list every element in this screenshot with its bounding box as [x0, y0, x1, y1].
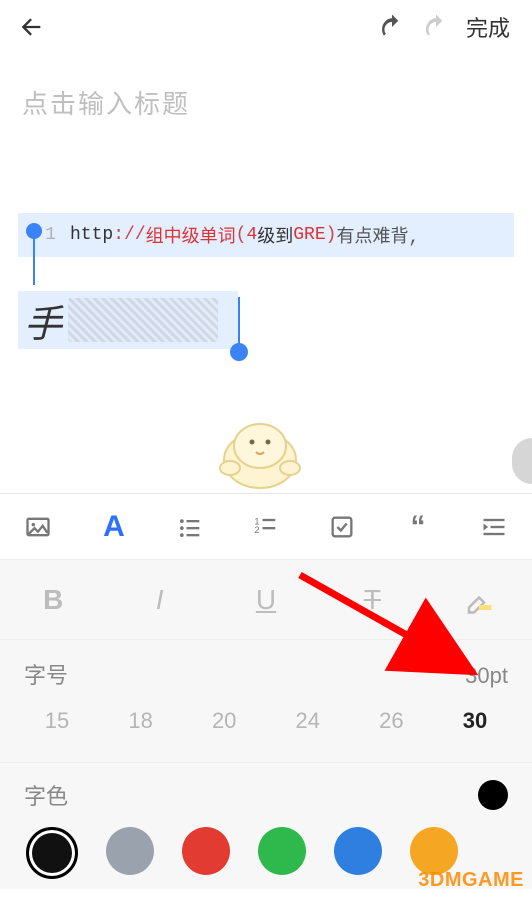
done-button[interactable]: 完成: [458, 11, 518, 43]
font-size-30[interactable]: 30: [448, 708, 502, 734]
checkbox-tab[interactable]: [304, 494, 380, 559]
undo-button[interactable]: [370, 5, 414, 49]
strikethrough-button[interactable]: T: [319, 560, 425, 639]
color-orange[interactable]: [410, 827, 458, 875]
font-color-label: 字色: [24, 779, 68, 811]
selection-start-handle[interactable]: [26, 223, 42, 239]
bullet-list-tab[interactable]: [152, 494, 228, 559]
font-color-current: [478, 780, 508, 810]
color-black[interactable]: [26, 827, 78, 879]
font-size-24[interactable]: 24: [281, 708, 335, 734]
bold-button[interactable]: B: [0, 560, 106, 639]
text-style-tab[interactable]: A: [76, 494, 152, 559]
title-input[interactable]: 点击输入标题: [22, 84, 510, 121]
color-red[interactable]: [182, 827, 230, 875]
font-size-26[interactable]: 26: [364, 708, 418, 734]
code-line[interactable]: 1 http :// 组中级单词 ( 4 级到 GRE ) 有点难背,: [18, 213, 514, 257]
font-size-15[interactable]: 15: [30, 708, 84, 734]
italic-button[interactable]: I: [106, 560, 212, 639]
font-size-20[interactable]: 20: [197, 708, 251, 734]
font-size-current: 30pt: [465, 663, 508, 689]
handwriting-block[interactable]: 手: [18, 291, 238, 349]
numbered-list-tab[interactable]: 12: [228, 494, 304, 559]
font-size-list: 15 18 20 24 26 30: [24, 708, 508, 756]
font-size-label: 字号: [24, 658, 68, 690]
redacted-area: [68, 298, 218, 342]
color-green[interactable]: [258, 827, 306, 875]
quote-tab[interactable]: “: [380, 494, 456, 559]
hand-char: 手: [24, 293, 62, 348]
underline-button[interactable]: U: [213, 560, 319, 639]
mascot-icon: [210, 402, 310, 494]
color-gray[interactable]: [106, 827, 154, 875]
watermark: 3DMGAME: [418, 869, 524, 892]
highlight-button[interactable]: [426, 560, 532, 639]
font-size-18[interactable]: 18: [114, 708, 168, 734]
indent-tab[interactable]: [456, 494, 532, 559]
selection-end-handle[interactable]: [230, 343, 248, 361]
redo-button[interactable]: [414, 5, 458, 49]
insert-image-tab[interactable]: [0, 494, 76, 559]
back-button[interactable]: [14, 10, 48, 44]
color-blue[interactable]: [334, 827, 382, 875]
svg-text:2: 2: [254, 524, 259, 534]
